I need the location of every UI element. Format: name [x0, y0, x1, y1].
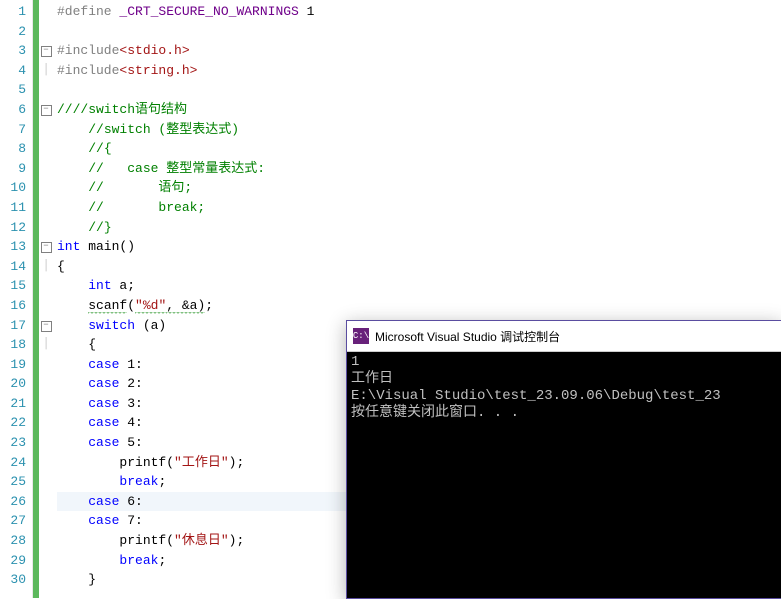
line-number: 23	[0, 433, 32, 453]
line-number: 21	[0, 394, 32, 414]
code-line[interactable]: // case 整型常量表达式:	[57, 159, 781, 179]
code-line[interactable]: // 语句;	[57, 178, 781, 198]
code-line[interactable]: #include<string.h>	[57, 61, 781, 81]
code-line[interactable]: int main()	[57, 237, 781, 257]
console-icon: C:\	[353, 328, 369, 344]
line-number: 11	[0, 198, 32, 218]
line-number: 19	[0, 355, 32, 375]
line-number: 6	[0, 100, 32, 120]
line-number: 17	[0, 316, 32, 336]
code-line[interactable]: int a;	[57, 276, 781, 296]
line-number: 3	[0, 41, 32, 61]
line-number: 4	[0, 61, 32, 81]
code-line[interactable]: scanf("%d", &a);	[57, 296, 781, 316]
debug-console-window[interactable]: C:\ Microsoft Visual Studio 调试控制台 1 工作日 …	[346, 320, 781, 599]
line-number: 24	[0, 453, 32, 473]
fold-toggle-icon[interactable]: −	[41, 46, 52, 57]
console-output[interactable]: 1 工作日 E:\Visual Studio\test_23.09.06\Deb…	[347, 352, 781, 424]
line-number: 22	[0, 413, 32, 433]
line-number-gutter: 1234567891011121314151617181920212223242…	[0, 0, 33, 598]
fold-column[interactable]: −│−−│−│	[39, 0, 53, 598]
line-number: 5	[0, 80, 32, 100]
code-line[interactable]: // break;	[57, 198, 781, 218]
line-number: 13	[0, 237, 32, 257]
fold-toggle-icon[interactable]: −	[41, 242, 52, 253]
line-number: 28	[0, 531, 32, 551]
line-number: 2	[0, 22, 32, 42]
line-number: 12	[0, 218, 32, 238]
line-number: 15	[0, 276, 32, 296]
line-number: 25	[0, 472, 32, 492]
line-number: 30	[0, 570, 32, 590]
line-number: 8	[0, 139, 32, 159]
line-number: 10	[0, 178, 32, 198]
code-line[interactable]: #include<stdio.h>	[57, 41, 781, 61]
line-number: 20	[0, 374, 32, 394]
code-line[interactable]	[57, 80, 781, 100]
line-number: 9	[0, 159, 32, 179]
line-number: 18	[0, 335, 32, 355]
line-number: 7	[0, 120, 32, 140]
line-number: 26	[0, 492, 32, 512]
code-line[interactable]	[57, 22, 781, 42]
line-number: 16	[0, 296, 32, 316]
line-number: 29	[0, 551, 32, 571]
line-number: 14	[0, 257, 32, 277]
code-line[interactable]: //switch (整型表达式)	[57, 120, 781, 140]
line-number: 27	[0, 511, 32, 531]
code-line[interactable]: //{	[57, 139, 781, 159]
fold-toggle-icon[interactable]: −	[41, 105, 52, 116]
line-number: 1	[0, 2, 32, 22]
code-line[interactable]: #define _CRT_SECURE_NO_WARNINGS 1	[57, 2, 781, 22]
console-title-text: Microsoft Visual Studio 调试控制台	[375, 328, 560, 345]
console-titlebar[interactable]: C:\ Microsoft Visual Studio 调试控制台	[347, 321, 781, 352]
code-line[interactable]: {	[57, 257, 781, 277]
fold-toggle-icon[interactable]: −	[41, 321, 52, 332]
code-line[interactable]: //}	[57, 218, 781, 238]
code-line[interactable]: ////switch语句结构	[57, 100, 781, 120]
